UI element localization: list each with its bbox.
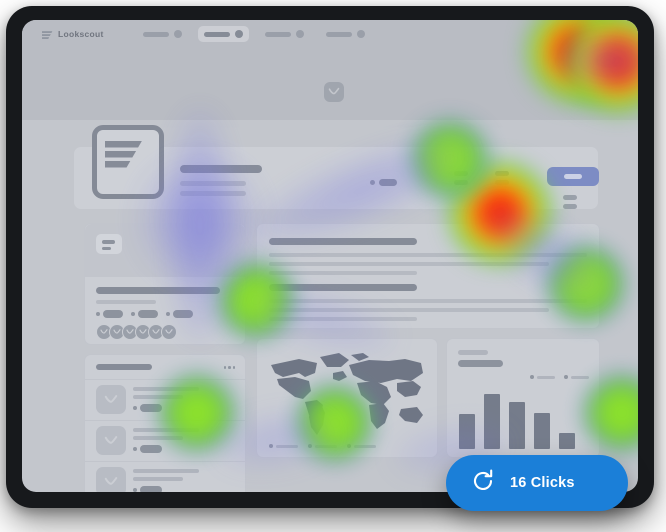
app-topbar: Lookscout <box>22 20 638 50</box>
chevron-down-icon <box>357 30 365 38</box>
chart-bars <box>459 387 589 449</box>
map-card[interactable] <box>256 338 438 458</box>
legend-dot-icon <box>308 444 312 448</box>
row-tag-1[interactable] <box>133 404 162 412</box>
tag-dot-icon <box>133 406 137 410</box>
tag-dot-icon <box>133 447 137 451</box>
bar-5 <box>559 433 575 449</box>
legend-dot-icon <box>269 444 273 448</box>
nav-label-placeholder <box>143 31 169 37</box>
legend-3 <box>347 444 376 448</box>
bar-3 <box>509 402 525 449</box>
profile-card <box>74 125 599 209</box>
media-card[interactable] <box>84 223 246 345</box>
media-sub-placeholder <box>96 300 156 304</box>
user-avatar-icon[interactable] <box>324 82 344 102</box>
chart-title-placeholder <box>458 360 503 367</box>
nav-label-placeholder <box>204 31 230 37</box>
chevron-down-icon <box>235 30 243 38</box>
stat-dot-icon <box>370 180 375 186</box>
more-dots-icon[interactable] <box>223 366 235 369</box>
device-frame: Lookscout <box>6 6 654 508</box>
thumbnail-icon <box>96 426 126 455</box>
profile-title-placeholder <box>180 165 262 173</box>
refresh-icon <box>470 468 496 499</box>
legend-1 <box>269 444 298 448</box>
heatmap-screenshot: Lookscout 16 Clicks <box>0 0 666 532</box>
nav-label-placeholder <box>326 31 352 37</box>
tag-3[interactable] <box>166 310 193 318</box>
app-screen: Lookscout <box>22 20 638 492</box>
clicks-label: 16 Clicks <box>510 475 575 491</box>
series-2-legend <box>564 375 589 379</box>
row-tag-3[interactable] <box>133 486 162 492</box>
row-tag-2[interactable] <box>133 445 162 453</box>
text-heading-placeholder <box>269 238 417 245</box>
brand-name: Lookscout <box>58 28 104 39</box>
badge-icon <box>96 234 122 254</box>
media-title-placeholder <box>96 287 220 294</box>
bar-2 <box>484 394 500 449</box>
legend-dot-icon <box>564 375 568 379</box>
bar-1 <box>459 414 475 449</box>
tag-dot-icon <box>133 488 137 492</box>
stat-block-2 <box>454 171 468 189</box>
brand[interactable]: Lookscout <box>37 28 104 39</box>
tag-dot-icon <box>96 312 100 316</box>
tag-dot-icon <box>166 312 170 316</box>
nav-item-1[interactable] <box>137 26 188 42</box>
legend-dot-icon <box>530 375 534 379</box>
clicks-badge[interactable]: 16 Clicks <box>446 455 628 511</box>
chevron-down-icon <box>296 30 304 38</box>
tag-dot-icon <box>131 312 135 316</box>
stat-block-1 <box>370 174 397 192</box>
list-item[interactable] <box>85 420 245 462</box>
lookscout-logo-icon <box>86 125 164 199</box>
nav-item-3[interactable] <box>259 26 310 42</box>
profile-sub-placeholder <box>180 181 246 186</box>
series-1-legend <box>530 375 555 379</box>
text-heading-placeholder <box>269 284 417 291</box>
thumbnail-icon <box>96 467 126 492</box>
tag-1[interactable] <box>96 310 123 318</box>
avatar <box>161 324 177 340</box>
lookscout-stripes-icon <box>37 28 53 39</box>
legend-dot-icon <box>347 444 351 448</box>
profile-cta-button[interactable] <box>547 167 599 186</box>
nav-item-4[interactable] <box>320 26 371 42</box>
list-item[interactable] <box>85 461 245 492</box>
chart-subtitle-placeholder <box>458 350 488 355</box>
tag-2[interactable] <box>131 310 158 318</box>
cta-label-placeholder <box>564 174 582 179</box>
legend-2 <box>308 444 337 448</box>
topbar-nav <box>137 26 371 42</box>
thumbnail-icon <box>96 385 126 414</box>
list-title-placeholder <box>96 364 152 370</box>
stat-block-3 <box>495 171 509 189</box>
chart-legend <box>530 375 589 379</box>
list-item[interactable] <box>85 379 245 421</box>
nav-label-placeholder <box>265 31 291 37</box>
nav-item-2[interactable] <box>198 26 249 42</box>
list-card-header <box>85 355 245 380</box>
world-map-icon <box>265 347 429 439</box>
bar-chart-card[interactable] <box>446 338 600 458</box>
list-card <box>84 354 246 492</box>
bar-4 <box>534 413 550 449</box>
chevron-down-icon <box>174 30 182 38</box>
profile-sub-placeholder <box>180 191 246 196</box>
media-tag-row <box>96 310 193 318</box>
avatar-group <box>96 324 177 340</box>
stat-block-4 <box>563 195 577 213</box>
map-legend <box>269 444 376 448</box>
text-block-card <box>256 223 600 329</box>
